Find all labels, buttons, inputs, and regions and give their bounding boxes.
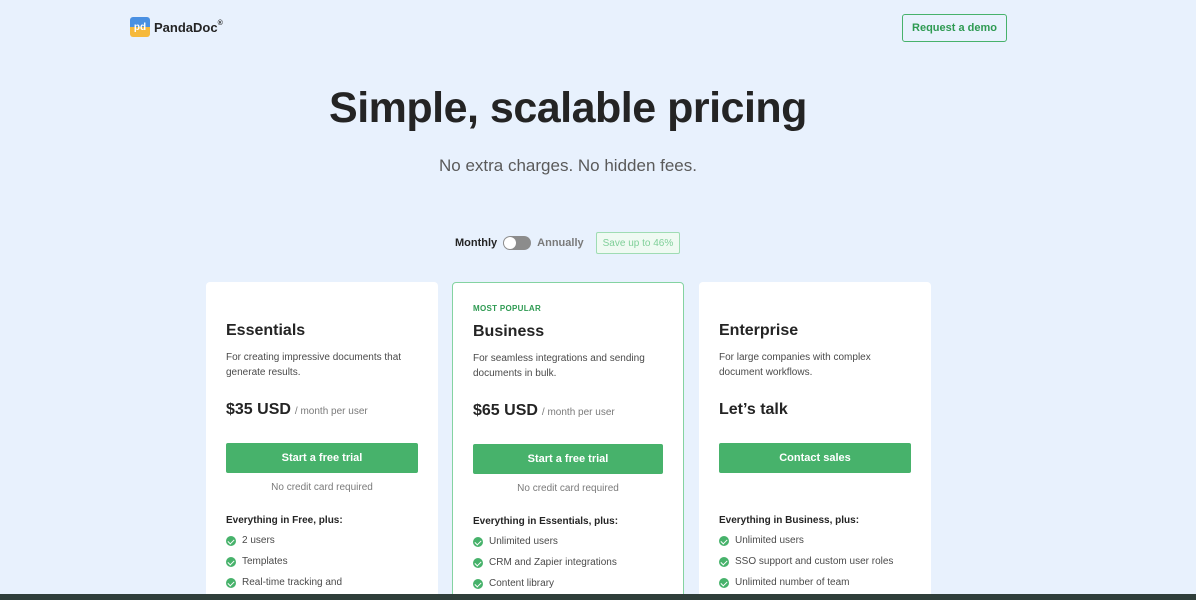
plan-name: Business — [473, 323, 545, 340]
plan-price: Let’s talk — [719, 401, 788, 419]
check-circle-icon — [226, 578, 236, 588]
check-circle-icon — [473, 537, 483, 547]
price-unit: / month per user — [294, 406, 368, 417]
page-subtitle: No extra charges. No hidden fees. — [439, 156, 697, 175]
feature-list: Unlimited users SSO support and custom u… — [719, 535, 893, 598]
plan-price: $35 USD / month per user — [226, 401, 368, 419]
feature-item: 2 users — [226, 535, 342, 556]
plan-description: For creating impressive documents that g… — [226, 352, 402, 378]
logo-text: PandaDoc® — [154, 19, 223, 35]
check-circle-icon — [226, 536, 236, 546]
start-free-trial-button[interactable]: Start a free trial — [473, 444, 663, 474]
price-amount: Let’s talk — [719, 401, 788, 418]
check-circle-icon — [719, 536, 729, 546]
price-amount: $65 USD — [473, 402, 538, 419]
check-circle-icon — [226, 557, 236, 567]
feature-list: 2 users Templates Real-time tracking and — [226, 535, 342, 598]
annually-label[interactable]: Annually — [537, 237, 583, 249]
plan-price: $65 USD / month per user — [473, 402, 615, 420]
feature-item: Templates — [226, 556, 342, 577]
request-demo-button[interactable]: Request a demo — [902, 14, 1007, 42]
features-heading: Everything in Free, plus: — [226, 515, 343, 526]
taskbar-strip — [0, 594, 1200, 600]
check-circle-icon — [473, 579, 483, 589]
plan-name: Enterprise — [719, 322, 799, 339]
billing-toggle-row: Monthly Annually Save up to 46% — [455, 232, 681, 254]
monthly-label[interactable]: Monthly — [455, 237, 497, 249]
plan-name: Essentials — [226, 322, 306, 339]
plan-description: For large companies with complex documen… — [719, 352, 871, 378]
page-title: Simple, scalable pricing — [329, 84, 807, 132]
feature-item: SSO support and custom user roles — [719, 556, 893, 577]
plan-card-essentials: Essentials For creating impressive docum… — [206, 282, 438, 600]
pandadoc-logo-icon: pd — [130, 17, 150, 37]
start-free-trial-button[interactable]: Start a free trial — [226, 443, 418, 473]
toggle-knob — [504, 237, 517, 249]
save-badge: Save up to 46% — [595, 232, 681, 254]
check-circle-icon — [473, 558, 483, 568]
feature-item: CRM and Zapier integrations — [473, 557, 617, 578]
feature-item: Unlimited users — [473, 536, 617, 557]
billing-period-toggle[interactable] — [503, 236, 532, 250]
plan-description: For seamless integrations and sending do… — [473, 353, 645, 379]
no-credit-card-note: No credit card required — [271, 482, 373, 493]
contact-sales-button[interactable]: Contact sales — [719, 443, 911, 473]
check-circle-icon — [719, 578, 729, 588]
plan-card-business: MOST POPULAR Business For seamless integ… — [452, 282, 684, 600]
plan-card-enterprise: Enterprise For large companies with comp… — [699, 282, 931, 600]
price-amount: $35 USD — [226, 401, 291, 418]
no-credit-card-note: No credit card required — [517, 483, 619, 494]
most-popular-tag: MOST POPULAR — [473, 304, 542, 313]
pandadoc-logo[interactable]: pd PandaDoc® — [130, 17, 223, 37]
price-unit: / month per user — [541, 407, 615, 418]
feature-item: Unlimited users — [719, 535, 893, 556]
top-navigation: pd PandaDoc® Request a demo — [0, 0, 1200, 56]
window-edge — [1196, 0, 1200, 600]
check-circle-icon — [719, 557, 729, 567]
features-heading: Everything in Essentials, plus: — [473, 516, 619, 527]
feature-list: Unlimited users CRM and Zapier integrati… — [473, 536, 617, 599]
features-heading: Everything in Business, plus: — [719, 515, 860, 526]
